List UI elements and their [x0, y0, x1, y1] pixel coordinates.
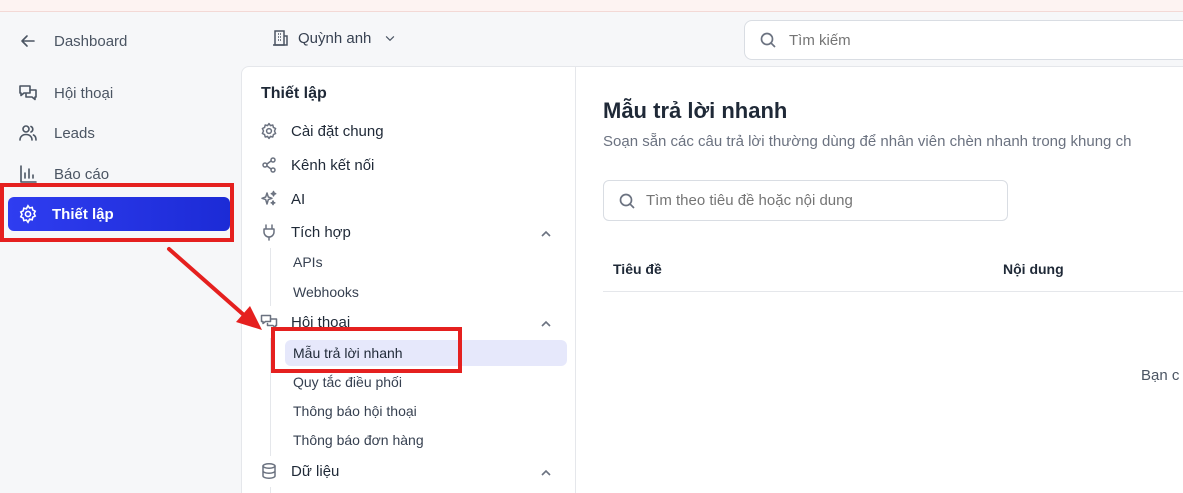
sidebar-item-label: Báo cáo: [54, 165, 110, 183]
settings-subitem-conversation-notifications[interactable]: Thông báo hội thoại: [293, 403, 417, 419]
top-banner-strip: [0, 0, 1183, 12]
settings-subitem-routing-rules[interactable]: Quy tắc điều phối: [293, 374, 402, 390]
main-sidebar: Dashboard Hội thoại Leads Báo cáo Thiết …: [0, 12, 242, 493]
settings-subitem-apis[interactable]: APIs: [293, 254, 323, 270]
settings-item-general[interactable]: Cài đặt chung: [260, 122, 384, 140]
sidebar-item-label: Hội thoại: [54, 84, 114, 102]
sidebar-item-conversations[interactable]: Hội thoại: [18, 83, 113, 103]
empty-state-text: Bạn c: [1141, 367, 1180, 384]
settings-subitem-webhooks[interactable]: Webhooks: [293, 284, 359, 300]
search-icon: [619, 193, 635, 209]
search-icon: [760, 32, 776, 48]
database-icon: [262, 463, 276, 479]
settings-item-label: AI: [291, 190, 306, 208]
page-title: Mẫu trả lời nhanh: [603, 98, 788, 123]
quick-reply-search-input[interactable]: [646, 192, 996, 209]
settings-title: Thiết lập: [261, 85, 327, 102]
settings-item-data[interactable]: Dữ liệu: [260, 462, 339, 480]
workspace-selector[interactable]: Quỳnh anh: [272, 29, 397, 47]
column-header-content: Nội dung: [1003, 261, 1064, 277]
chevron-up-icon[interactable]: [539, 317, 553, 331]
column-header-title: Tiêu đề: [613, 261, 662, 277]
bar-chart-icon: [20, 165, 37, 183]
tree-line: [270, 487, 271, 493]
chat-bubbles-icon: [19, 85, 37, 101]
settings-subitem-order-notifications[interactable]: Thông báo đơn hàng: [293, 432, 424, 448]
settings-menu-panel: Thiết lập Cài đặt chung Kênh kết nối AI …: [241, 66, 576, 493]
sidebar-item-leads[interactable]: Leads: [18, 123, 95, 143]
settings-item-label: Tích hợp: [291, 223, 351, 241]
chevron-up-icon[interactable]: [539, 227, 553, 241]
tree-line: [270, 248, 271, 306]
annotation-highlight-settings: [0, 183, 234, 242]
settings-item-label: Kênh kết nối: [291, 156, 375, 174]
global-search-input[interactable]: [789, 31, 1089, 49]
global-search[interactable]: [744, 20, 1183, 60]
settings-item-label: Cài đặt chung: [291, 122, 384, 140]
settings-item-ai[interactable]: AI: [260, 190, 305, 208]
settings-item-label: Dữ liệu: [291, 462, 340, 480]
settings-item-integrations[interactable]: Tích hợp: [260, 223, 351, 241]
gear-icon: [261, 122, 277, 140]
back-to-dashboard[interactable]: Dashboard: [18, 31, 127, 51]
share-icon: [262, 157, 276, 173]
users-icon: [19, 125, 37, 141]
plug-icon: [263, 224, 275, 241]
workspace-name: Quỳnh anh: [298, 29, 372, 47]
main-content: Mẫu trả lời nhanh Soạn sẵn các câu trả l…: [576, 66, 1183, 493]
quick-reply-search[interactable]: [603, 180, 1008, 221]
arrow-left-icon: [21, 35, 35, 47]
sidebar-item-label: Leads: [54, 124, 95, 142]
building-icon: [273, 30, 288, 46]
sparkles-icon: [261, 190, 277, 206]
chevron-up-icon[interactable]: [539, 466, 553, 480]
sidebar-item-reports[interactable]: Báo cáo: [18, 164, 109, 184]
table-header-divider: [603, 291, 1183, 292]
chevron-down-icon: [386, 36, 395, 42]
annotation-highlight-quick-replies: [271, 327, 462, 373]
back-label: Dashboard: [54, 32, 128, 50]
page-subtitle: Soạn sẵn các câu trả lời thường dùng để …: [603, 133, 1132, 150]
settings-item-channels[interactable]: Kênh kết nối: [260, 156, 374, 174]
